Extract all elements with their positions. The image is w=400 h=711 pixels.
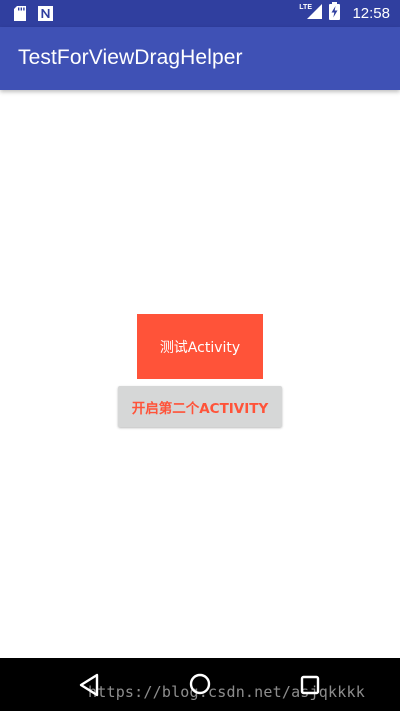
test-view-label: 测试Activity	[159, 339, 241, 356]
open-second-activity-label: 开启第二个ACTIVITY	[131, 400, 269, 417]
status-left-icons	[14, 6, 53, 26]
battery-charging-icon	[329, 2, 341, 25]
sd-card-icon	[14, 6, 26, 26]
draggable-test-view[interactable]: 测试Activity	[137, 314, 263, 379]
n-notification-icon	[38, 6, 53, 26]
status-bar: LTE 12:58	[0, 0, 400, 27]
app-screen: LTE 12:58 TestForViewDragHelper 测试Activi…	[0, 0, 400, 711]
status-clock: 12:58	[352, 5, 390, 22]
watermark-text: https://blog.csdn.net/asjqkkkk	[88, 683, 365, 701]
status-right-icons: LTE 12:58	[299, 2, 390, 25]
network-label: LTE	[299, 4, 312, 11]
app-title: TestForViewDragHelper	[18, 46, 243, 69]
app-bar: TestForViewDragHelper	[0, 27, 400, 90]
open-second-activity-button[interactable]: 开启第二个ACTIVITY	[118, 386, 282, 427]
